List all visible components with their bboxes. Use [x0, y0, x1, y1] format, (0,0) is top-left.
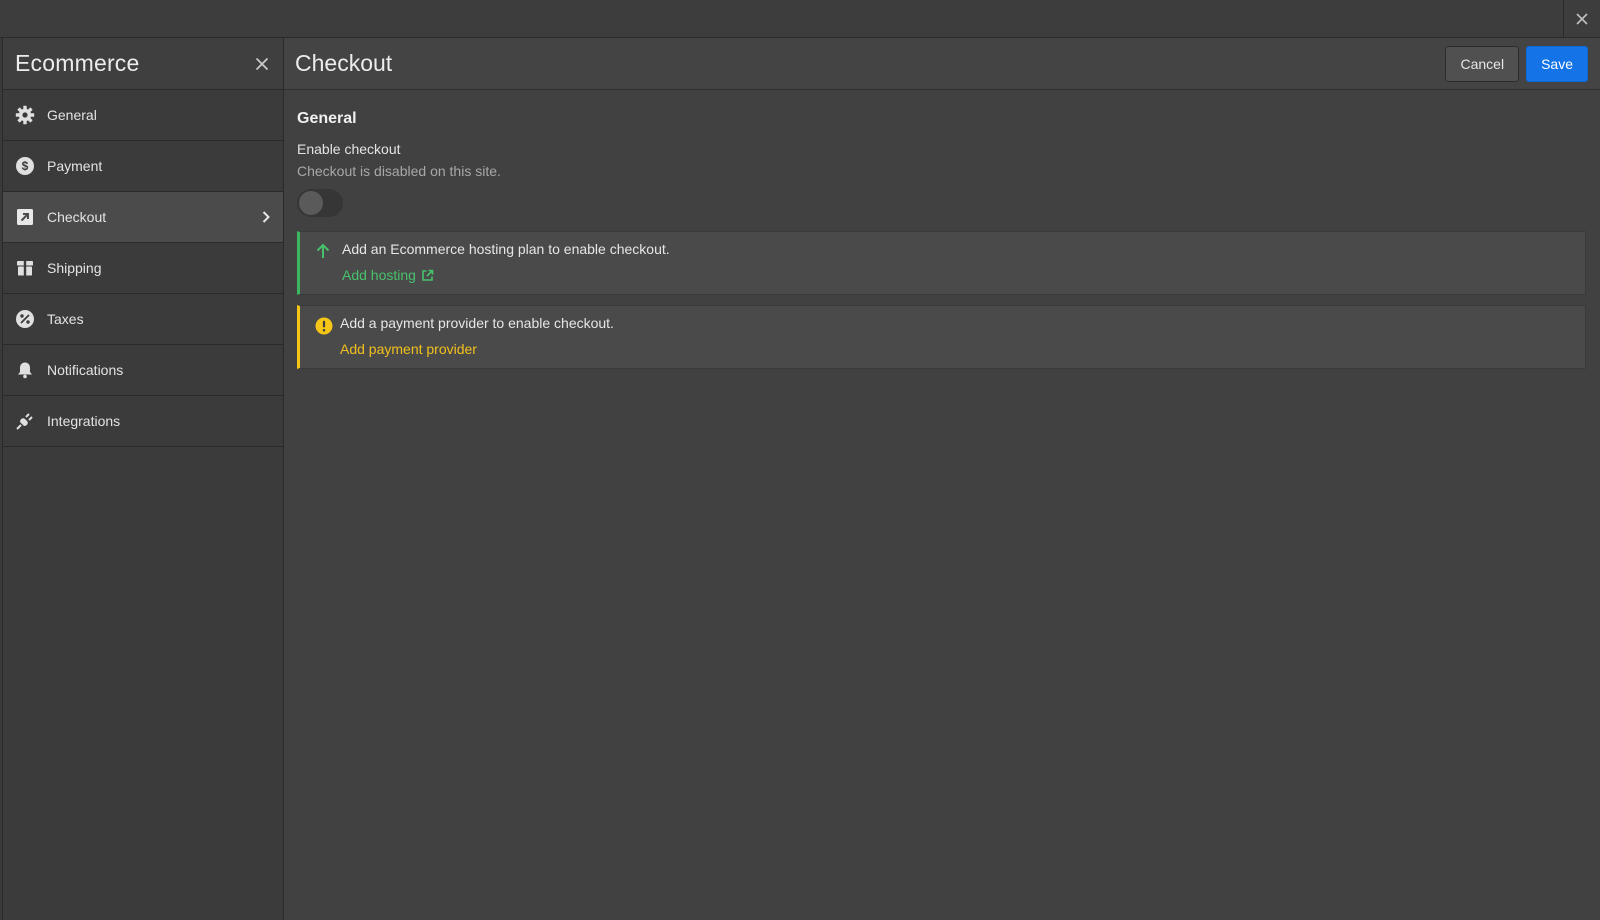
sidebar-item-checkout[interactable]: Checkout — [3, 192, 283, 243]
enable-checkout-label: Enable checkout — [297, 141, 401, 157]
add-payment-provider-link[interactable]: Add payment provider — [340, 341, 477, 357]
save-button[interactable]: Save — [1526, 45, 1588, 82]
hosting-notice: Add an Ecommerce hosting plan to enable … — [297, 231, 1586, 295]
payment-provider-notice-text: Add a payment provider to enable checkou… — [340, 315, 614, 331]
sidebar-item-label: Shipping — [47, 260, 102, 276]
page-title: Checkout — [295, 50, 393, 76]
cancel-button[interactable]: Cancel — [1445, 45, 1520, 82]
sidebar-item-general[interactable]: General — [3, 90, 283, 141]
bell-icon — [15, 360, 35, 380]
sidebar: Ecommerce General $ Payment Checkout Shi… — [2, 38, 284, 920]
percent-icon — [15, 309, 35, 329]
sidebar-item-label: Notifications — [47, 362, 124, 378]
external-link-icon — [422, 269, 434, 281]
chevron-right-icon — [261, 210, 271, 224]
add-hosting-label: Add hosting — [342, 267, 416, 283]
sidebar-item-label: General — [47, 107, 97, 123]
sidebar-item-payment[interactable]: $ Payment — [3, 141, 283, 192]
warning-icon — [315, 317, 333, 335]
sidebar-item-integrations[interactable]: Integrations — [3, 396, 283, 447]
sidebar-title: Ecommerce — [15, 50, 140, 76]
enable-checkout-toggle[interactable] — [297, 189, 343, 217]
sidebar-header: Ecommerce — [3, 38, 283, 90]
sidebar-item-label: Payment — [47, 158, 103, 174]
section-title: General — [297, 110, 357, 127]
main-panel: Checkout Cancel Save General Enable chec… — [284, 38, 1600, 920]
arrow-up-icon — [315, 243, 331, 259]
sidebar-item-label: Checkout — [47, 209, 107, 225]
top-bar — [0, 0, 1600, 38]
main-header: Checkout Cancel Save — [284, 38, 1600, 90]
gear-icon — [15, 105, 35, 125]
svg-text:$: $ — [22, 159, 29, 173]
header-actions: Cancel Save — [1445, 45, 1588, 82]
payment-provider-notice: Add a payment provider to enable checkou… — [297, 305, 1586, 369]
box-icon — [15, 258, 35, 278]
close-icon — [1576, 13, 1588, 25]
sidebar-item-taxes[interactable]: Taxes — [3, 294, 283, 345]
toggle-knob — [299, 191, 323, 215]
dollar-icon: $ — [15, 156, 35, 176]
enable-checkout-description: Checkout is disabled on this site. — [297, 163, 501, 179]
plug-icon — [15, 411, 35, 431]
close-icon — [255, 57, 269, 70]
sidebar-close-button[interactable] — [255, 57, 269, 71]
sidebar-item-shipping[interactable]: Shipping — [3, 243, 283, 294]
sidebar-item-label: Integrations — [47, 413, 121, 429]
hosting-notice-text: Add an Ecommerce hosting plan to enable … — [342, 241, 670, 257]
content-area: General Enable checkout Checkout is disa… — [284, 90, 1600, 399]
add-hosting-link[interactable]: Add hosting — [342, 267, 434, 283]
sidebar-item-label: Taxes — [47, 311, 84, 327]
close-window-button[interactable] — [1563, 0, 1600, 38]
checkout-arrow-icon — [15, 207, 35, 227]
sidebar-item-notifications[interactable]: Notifications — [3, 345, 283, 396]
